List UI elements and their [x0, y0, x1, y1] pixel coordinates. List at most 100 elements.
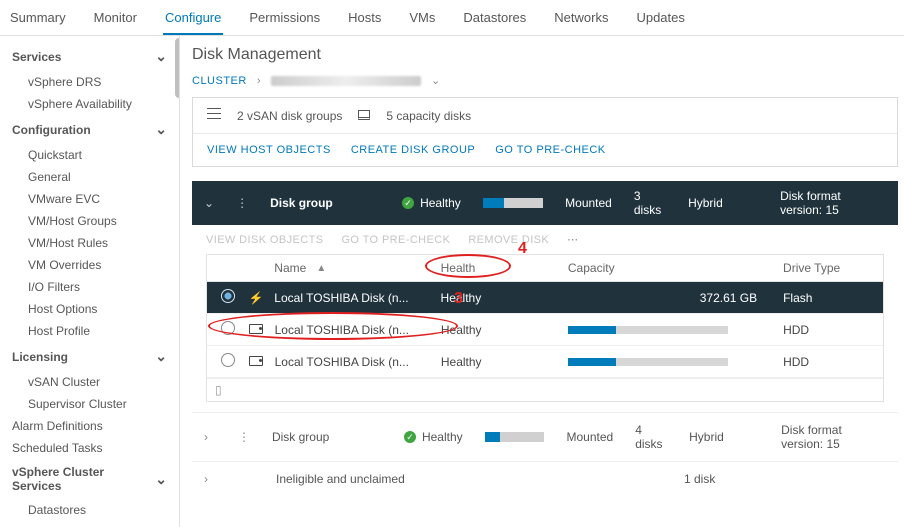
col-capacity[interactable]: Capacity [562, 261, 777, 275]
sidebar-item-vsphere-drs[interactable]: vSphere DRS [0, 71, 179, 93]
sidebar-item-supervisor-cluster[interactable]: Supervisor Cluster [0, 393, 179, 415]
tab-monitor[interactable]: Monitor [92, 6, 139, 35]
sidebar-item-vsan-cluster[interactable]: vSAN Cluster [0, 371, 179, 393]
ineligible-row[interactable]: › Ineligible and unclaimed 1 disk [192, 461, 898, 496]
disk-icon [243, 355, 269, 369]
sidebar-section-licensing[interactable]: Licensing ⌄ [0, 342, 179, 371]
disk-capacity [562, 323, 777, 337]
disk-health: Healthy [435, 291, 562, 305]
sidebar: Services ⌄ vSphere DRS vSphere Availabil… [0, 36, 180, 527]
disk-group-label: Disk group [272, 430, 382, 444]
tab-hosts[interactable]: Hosts [346, 6, 383, 35]
sort-asc-icon: ▲ [316, 263, 326, 274]
content: Disk Management CLUSTER › ⌄ 2 vSAN disk … [180, 36, 904, 527]
sidebar-section-configuration[interactable]: Configuration ⌄ [0, 115, 179, 144]
go-to-precheck-button[interactable]: GO TO PRE-CHECK [341, 234, 450, 246]
disk-capacity: 372.61 GB [562, 291, 777, 305]
disk-icon [243, 323, 269, 337]
table-row[interactable]: Local TOSHIBA Disk (n... Healthy HDD [207, 346, 883, 378]
sidebar-item-io-filters[interactable]: I/O Filters [0, 276, 179, 298]
page-title: Disk Management [192, 46, 904, 64]
disk-groups-icon [207, 108, 221, 123]
col-health[interactable]: Health [435, 261, 562, 275]
disk-group-toolbar: VIEW DISK OBJECTS GO TO PRE-CHECK REMOVE… [192, 225, 898, 254]
format-version: Disk format version: 15 [780, 189, 886, 217]
sidebar-item-scheduled-tasks[interactable]: Scheduled Tasks [0, 437, 179, 459]
more-actions-icon[interactable]: ⋮ [238, 430, 250, 444]
view-host-objects-button[interactable]: VIEW HOST OBJECTS [207, 144, 331, 156]
sidebar-section-services[interactable]: Services ⌄ [0, 42, 179, 71]
disk-type: HDD [777, 323, 875, 337]
chevron-right-icon[interactable]: › [204, 430, 216, 444]
more-actions-icon[interactable]: ⋯ [567, 233, 578, 246]
sidebar-item-alarm-definitions[interactable]: Alarm Definitions [0, 415, 179, 437]
chevron-down-icon[interactable]: ⌄ [204, 196, 214, 210]
chevron-down-icon: ⌄ [431, 74, 441, 87]
disk-count: 3 disks [634, 189, 666, 217]
sidebar-item-cs-datastores[interactable]: Datastores [0, 499, 179, 521]
table-row[interactable]: Local TOSHIBA Disk (n... Healthy HDD [207, 314, 883, 346]
tab-vms[interactable]: VMs [407, 6, 437, 35]
sidebar-section-label: vSphere Cluster Services [12, 465, 155, 493]
chevron-down-icon: ⌄ [155, 471, 167, 488]
sidebar-item-vsphere-availability[interactable]: vSphere Availability [0, 93, 179, 115]
view-disk-objects-button[interactable]: VIEW DISK OBJECTS [206, 234, 323, 246]
disk-name: Local TOSHIBA Disk (n... [269, 355, 435, 369]
sidebar-item-quickstart[interactable]: Quickstart [0, 144, 179, 166]
more-actions-icon[interactable]: ⋮ [236, 196, 248, 210]
disk-count: 4 disks [635, 423, 667, 451]
mount-bar [485, 432, 545, 442]
tab-networks[interactable]: Networks [552, 6, 610, 35]
capacity-disks-count: 5 capacity disks [386, 109, 471, 123]
sidebar-section-label: Configuration [12, 123, 91, 137]
capacity-disks-icon [358, 109, 370, 123]
chevron-right-icon: › [257, 75, 261, 87]
disk-name: Local TOSHIBA Disk (n... [269, 323, 435, 337]
mount-state: Mounted [565, 196, 612, 210]
table-row[interactable]: Local TOSHIBA Disk (n... Healthy 372.61 … [207, 282, 883, 314]
group-mode: Hybrid [688, 196, 758, 210]
sidebar-item-vm-overrides[interactable]: VM Overrides [0, 254, 179, 276]
disk-table: Name▲ Health Capacity Drive Type Local T… [206, 254, 884, 402]
tab-summary[interactable]: Summary [8, 6, 68, 35]
sidebar-item-vmhost-rules[interactable]: VM/Host Rules [0, 232, 179, 254]
go-to-precheck-button[interactable]: GO TO PRE-CHECK [495, 144, 605, 156]
breadcrumb-label: CLUSTER [192, 75, 247, 87]
tab-configure[interactable]: Configure [163, 6, 223, 35]
disk-capacity [562, 355, 777, 369]
health-status: ✓Healthy [404, 430, 463, 444]
disk-health: Healthy [435, 355, 562, 369]
disk-type: Flash [777, 291, 875, 305]
col-name[interactable]: Name▲ [268, 261, 434, 275]
breadcrumb[interactable]: CLUSTER › ⌄ [192, 74, 904, 87]
create-disk-group-button[interactable]: CREATE DISK GROUP [351, 144, 475, 156]
sidebar-item-host-profile[interactable]: Host Profile [0, 320, 179, 342]
chevron-down-icon: ⌄ [155, 121, 167, 138]
remove-disk-button[interactable]: REMOVE DISK [468, 234, 549, 246]
sidebar-section-cluster-services[interactable]: vSphere Cluster Services ⌄ [0, 459, 179, 499]
sidebar-section-vsan[interactable]: vSAN ⌄ [0, 521, 179, 527]
sidebar-item-host-options[interactable]: Host Options [0, 298, 179, 320]
disk-group-collapsed[interactable]: › ⋮ Disk group ✓Healthy Mounted 4 disks … [192, 412, 898, 461]
summary-panel: 2 vSAN disk groups 5 capacity disks VIEW… [192, 97, 898, 167]
tab-permissions[interactable]: Permissions [247, 6, 322, 35]
mount-state: Mounted [566, 430, 613, 444]
sidebar-section-label: Licensing [12, 350, 68, 364]
disk-group-label: Disk group [270, 196, 380, 210]
health-status: ✓Healthy [402, 196, 461, 210]
radio-input[interactable] [221, 353, 235, 367]
sidebar-item-vmware-evc[interactable]: VMware EVC [0, 188, 179, 210]
row-label: Ineligible and unclaimed [276, 472, 560, 486]
sidebar-item-general[interactable]: General [0, 166, 179, 188]
disk-type: HDD [777, 355, 875, 369]
table-footer: ▯ [207, 378, 883, 401]
chevron-right-icon[interactable]: › [204, 472, 218, 486]
tab-datastores[interactable]: Datastores [461, 6, 528, 35]
sidebar-item-vmhost-groups[interactable]: VM/Host Groups [0, 210, 179, 232]
sidebar-section-label: Services [12, 50, 61, 64]
tab-updates[interactable]: Updates [634, 6, 686, 35]
radio-input[interactable] [221, 289, 235, 303]
col-drive-type[interactable]: Drive Type [777, 261, 875, 275]
group-mode: Hybrid [689, 430, 759, 444]
radio-input[interactable] [221, 321, 235, 335]
